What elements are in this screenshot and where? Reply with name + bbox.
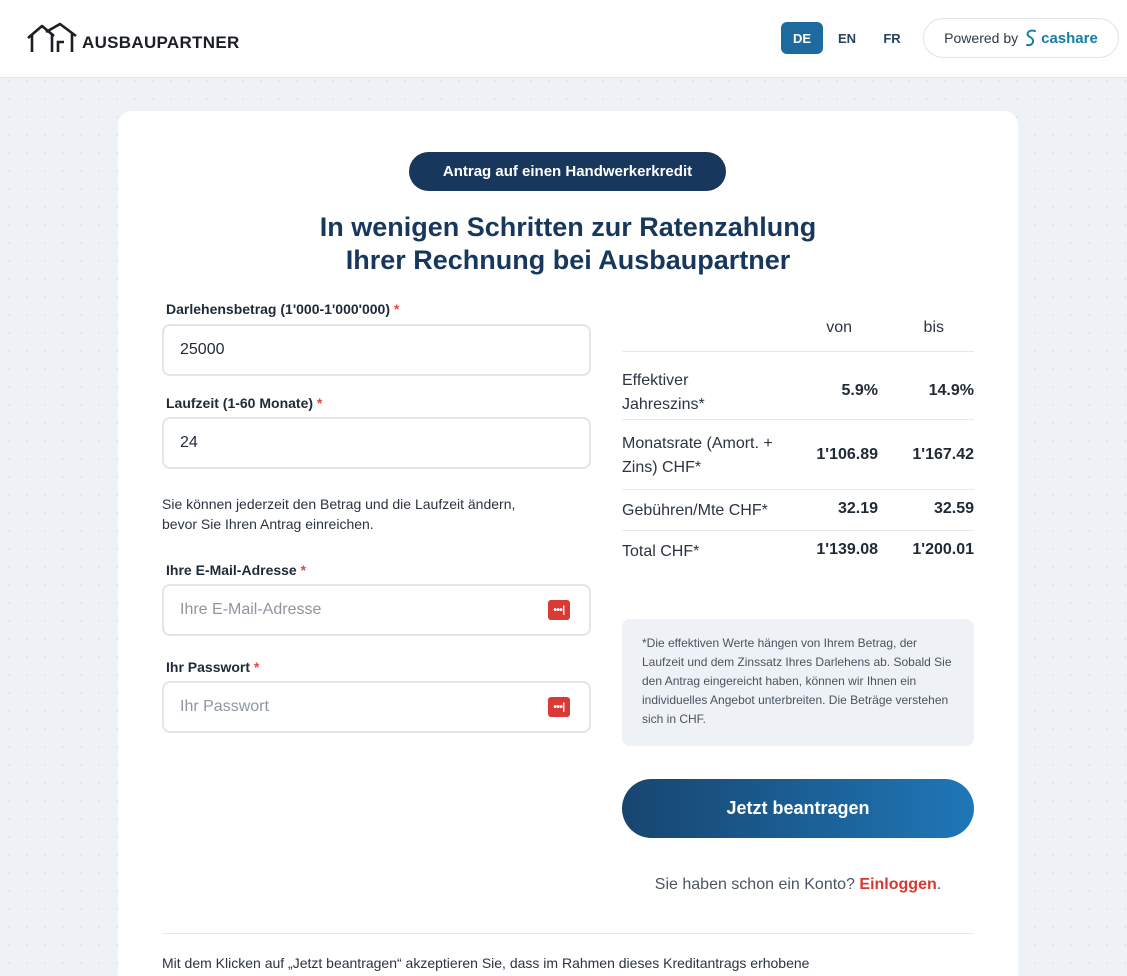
amount-value: 25000	[180, 341, 225, 358]
row-label: Monatsrate (Amort. + Zins) CHF*	[622, 435, 773, 476]
language-de[interactable]: DE	[781, 22, 823, 54]
amount-label: Darlehensbetrag (1'000-1'000'000) *	[166, 301, 399, 317]
row-from: 32.19	[837, 500, 878, 517]
form-badge: Antrag auf einen Handwerkerkredit	[409, 152, 726, 191]
consent-text: Mit dem Klicken auf „Jetzt beantragen“ a…	[162, 955, 810, 971]
cashare-brand: cashare	[1024, 28, 1098, 48]
language-en[interactable]: EN	[826, 22, 868, 54]
row-label: Gebühren/Mte CHF*	[622, 502, 768, 519]
term-label: Laufzeit (1-60 Monate) *	[166, 395, 322, 411]
divider	[162, 933, 974, 934]
email-label-text: Ihre E-Mail-Adresse	[166, 562, 297, 578]
row-label: Effektiver Jahreszins*	[622, 372, 705, 413]
table-row: Gebühren/Mte CHF* 32.19 32.59	[622, 489, 974, 530]
row-to: 32.59	[933, 500, 974, 517]
email-label: Ihre E-Mail-Adresse *	[166, 562, 306, 578]
amount-label-text: Darlehensbetrag (1'000-1'000'000)	[166, 301, 390, 317]
term-label-text: Laufzeit (1-60 Monate)	[166, 395, 314, 411]
required-mark: *	[393, 301, 400, 317]
password-manager-icon[interactable]: •••|	[548, 697, 570, 717]
password-label-text: Ihr Passwort	[166, 659, 251, 675]
login-suffix: .	[936, 876, 942, 893]
term-input[interactable]: 24	[162, 417, 591, 469]
row-from: 1'106.89	[816, 446, 878, 463]
disclaimer-note: *Die effektiven Werte hängen von Ihrem B…	[622, 619, 974, 746]
application-card: Antrag auf einen Handwerkerkredit In wen…	[118, 111, 1018, 976]
language-fr[interactable]: FR	[871, 22, 913, 54]
house-logo-icon	[27, 22, 77, 52]
required-mark: *	[316, 395, 323, 411]
cashare-logo-icon	[1026, 29, 1037, 47]
login-prompt-text: Sie haben schon ein Konto?	[654, 876, 855, 893]
required-mark: *	[300, 562, 307, 578]
powered-by-text: Powered by	[944, 30, 1019, 46]
submit-application-button[interactable]: Jetzt beantragen	[622, 779, 974, 838]
table-row: Monatsrate (Amort. + Zins) CHF* 1'106.89…	[622, 419, 974, 489]
cashare-text: cashare	[1041, 29, 1098, 47]
login-link[interactable]: Einloggen	[859, 876, 936, 893]
email-placeholder: Ihre E-Mail-Adresse	[180, 601, 322, 618]
logo[interactable]: AUSBAUPARTNER	[26, 22, 240, 56]
password-manager-icon[interactable]: •••|	[548, 600, 570, 620]
page-title: In wenigen Schritten zur Ratenzahlung Ih…	[118, 211, 1018, 277]
password-label: Ihr Passwort *	[166, 659, 259, 675]
password-field[interactable]: Ihr Passwort •••|	[162, 681, 591, 733]
row-to: 1'167.42	[912, 446, 974, 463]
row-from: 1'139.08	[816, 541, 878, 558]
row-to: 1'200.01	[912, 541, 974, 558]
page-title-line2: Ihrer Rechnung bei Ausbaupartner	[345, 245, 791, 275]
login-prompt: Sie haben schon ein Konto? Einloggen.	[622, 876, 974, 894]
password-placeholder: Ihr Passwort	[180, 698, 269, 715]
page-title-line1: In wenigen Schritten zur Ratenzahlung	[319, 212, 817, 242]
column-to: bis	[923, 319, 944, 336]
term-value: 24	[180, 434, 198, 451]
amount-input[interactable]: 25000	[162, 324, 591, 376]
email-field[interactable]: Ihre E-Mail-Adresse •••|	[162, 584, 591, 636]
logo-text: AUSBAUPARTNER	[82, 33, 240, 52]
table-row: Effektiver Jahreszins* 5.9% 14.9%	[622, 351, 974, 419]
row-from: 5.9%	[841, 382, 878, 399]
powered-by-badge[interactable]: Powered by cashare	[923, 18, 1119, 58]
row-label: Total CHF*	[622, 543, 700, 560]
table-row: Total CHF* 1'139.08 1'200.01	[622, 530, 974, 570]
column-from: von	[826, 319, 852, 336]
required-mark: *	[253, 659, 260, 675]
top-bar: AUSBAUPARTNER DE EN FR Powered by cashar…	[0, 0, 1127, 78]
row-to: 14.9%	[928, 382, 974, 399]
edit-hint: Sie können jederzeit den Betrag und die …	[162, 496, 516, 532]
